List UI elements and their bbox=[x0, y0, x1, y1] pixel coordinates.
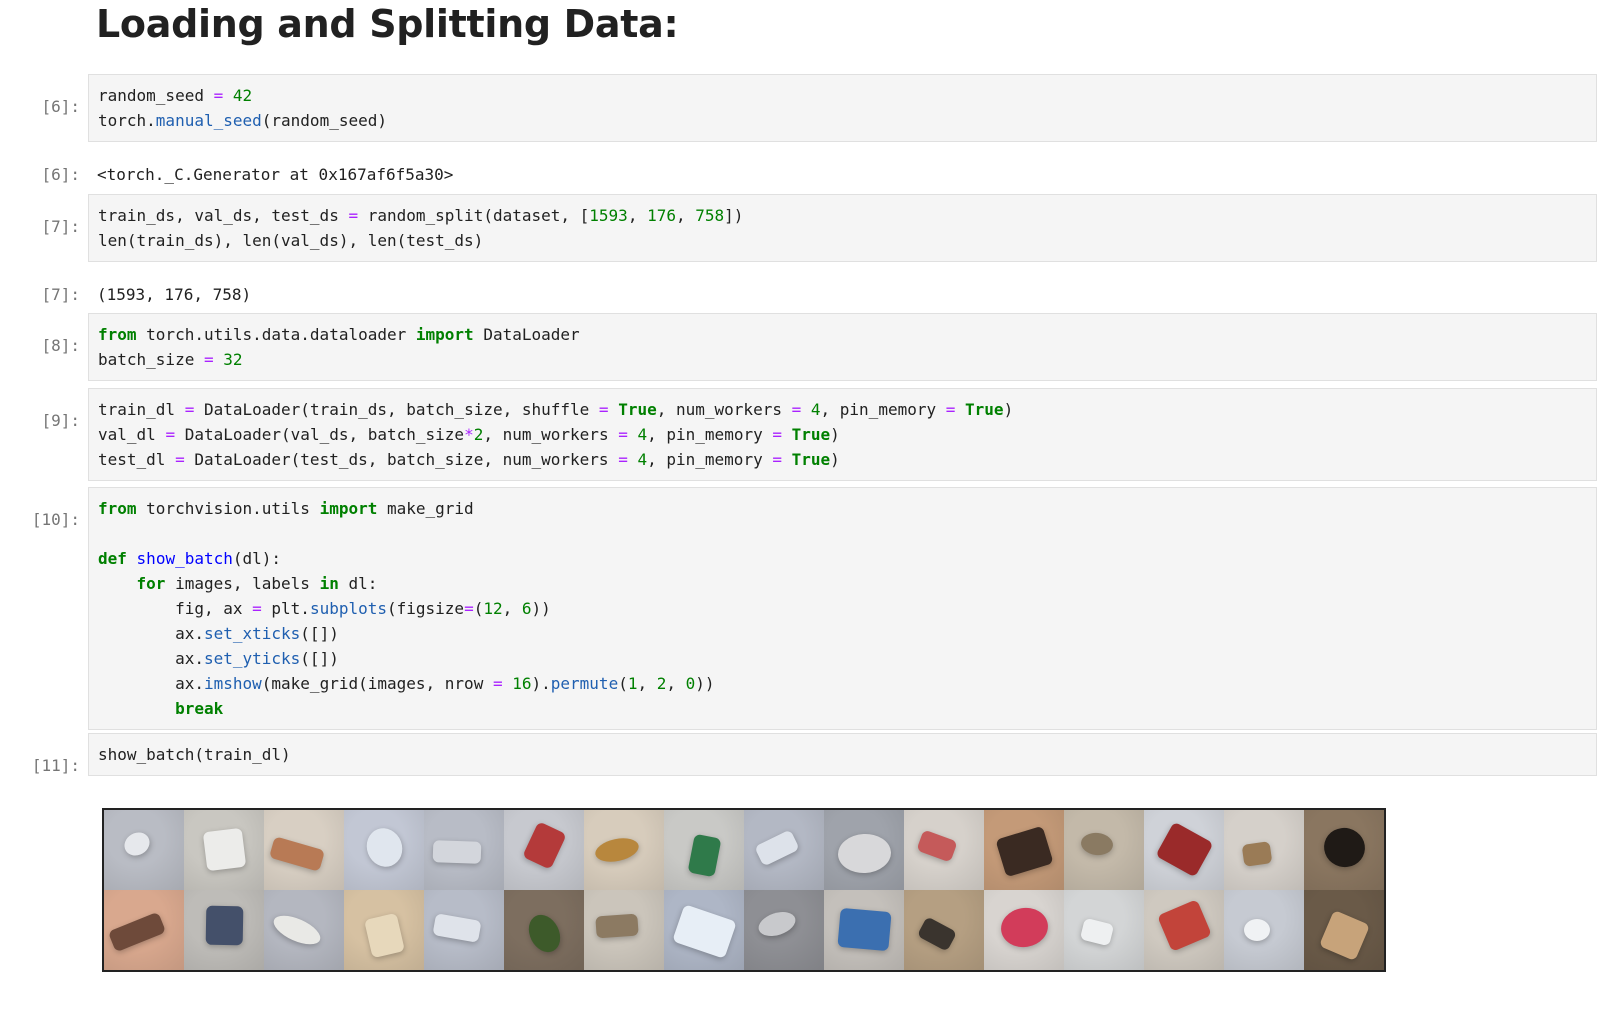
image-object bbox=[360, 822, 408, 872]
code-cell-10[interactable]: from torchvision.utils import make_grid … bbox=[88, 487, 1597, 730]
code-editor[interactable]: from torchvision.utils import make_grid … bbox=[89, 488, 1596, 729]
image-tile bbox=[584, 890, 664, 970]
image-tile bbox=[424, 810, 504, 890]
image-object bbox=[363, 912, 405, 958]
code-cell-11[interactable]: show_batch(train_dl) bbox=[88, 733, 1597, 776]
input-prompt: [7]: bbox=[41, 217, 80, 236]
image-object bbox=[1241, 841, 1273, 867]
code-cell-6[interactable]: random_seed = 42 torch.manual_seed(rando… bbox=[88, 74, 1597, 142]
image-object bbox=[687, 833, 721, 877]
image-object bbox=[994, 825, 1054, 877]
image-tile bbox=[664, 810, 744, 890]
image-tile bbox=[504, 810, 584, 890]
image-tile bbox=[904, 890, 984, 970]
image-tile bbox=[824, 810, 904, 890]
image-tile bbox=[1064, 890, 1144, 970]
code-cell-8[interactable]: from torch.utils.data.dataloader import … bbox=[88, 313, 1597, 381]
image-tile bbox=[744, 890, 824, 970]
image-tile bbox=[344, 890, 424, 970]
output-prompt: [7]: bbox=[41, 285, 80, 304]
image-object bbox=[916, 916, 958, 952]
image-object bbox=[836, 832, 892, 874]
image-tile bbox=[1304, 890, 1384, 970]
image-tile bbox=[904, 810, 984, 890]
input-prompt: [11]: bbox=[31, 756, 80, 775]
image-tile bbox=[264, 890, 344, 970]
image-object bbox=[754, 829, 800, 867]
image-tile bbox=[344, 810, 424, 890]
output-image-grid bbox=[102, 808, 1386, 972]
image-tile bbox=[1144, 890, 1224, 970]
image-tile bbox=[824, 890, 904, 970]
image-object bbox=[1156, 898, 1212, 952]
image-object bbox=[755, 907, 799, 941]
image-object bbox=[1244, 919, 1270, 941]
code-cell-9[interactable]: train_dl = DataLoader(train_ds, batch_si… bbox=[88, 388, 1597, 481]
image-tile bbox=[184, 810, 264, 890]
code-editor[interactable]: random_seed = 42 torch.manual_seed(rando… bbox=[89, 75, 1596, 141]
image-object bbox=[595, 913, 639, 939]
code-cell-7[interactable]: train_ds, val_ds, test_ds = random_split… bbox=[88, 194, 1597, 262]
image-object bbox=[836, 907, 892, 951]
image-object bbox=[593, 834, 641, 866]
image-tile bbox=[424, 890, 504, 970]
image-object bbox=[269, 909, 325, 951]
image-object bbox=[1079, 917, 1115, 947]
image-object bbox=[1154, 821, 1214, 877]
input-prompt: [8]: bbox=[41, 336, 80, 355]
image-object bbox=[120, 827, 154, 861]
input-prompt: [6]: bbox=[41, 97, 80, 116]
image-tile bbox=[744, 810, 824, 890]
image-object bbox=[522, 909, 566, 957]
cell-output: (1593, 176, 758) bbox=[97, 285, 252, 304]
image-tile bbox=[504, 890, 584, 970]
input-prompt: [9]: bbox=[41, 411, 80, 430]
image-object bbox=[432, 840, 482, 864]
image-object bbox=[521, 820, 567, 870]
code-editor[interactable]: from torch.utils.data.dataloader import … bbox=[89, 314, 1596, 380]
image-object bbox=[205, 905, 243, 945]
image-tile bbox=[1224, 890, 1304, 970]
image-object bbox=[432, 913, 482, 943]
image-object bbox=[916, 829, 958, 863]
image-tile bbox=[984, 810, 1064, 890]
code-editor[interactable]: train_ds, val_ds, test_ds = random_split… bbox=[89, 195, 1596, 261]
image-object bbox=[268, 836, 326, 872]
image-tile bbox=[584, 810, 664, 890]
cell-output: <torch._C.Generator at 0x167af6f5a30> bbox=[97, 165, 454, 184]
image-tile bbox=[104, 890, 184, 970]
image-tile bbox=[264, 810, 344, 890]
code-editor[interactable]: train_dl = DataLoader(train_ds, batch_si… bbox=[89, 389, 1596, 480]
image-tile bbox=[1304, 810, 1384, 890]
image-object bbox=[107, 911, 167, 953]
image-tile bbox=[104, 810, 184, 890]
section-heading: Loading and Splitting Data: bbox=[96, 2, 679, 46]
image-object bbox=[1318, 909, 1370, 961]
input-prompt: [10]: bbox=[31, 510, 80, 529]
image-tile bbox=[984, 890, 1064, 970]
image-tile bbox=[184, 890, 264, 970]
image-object bbox=[997, 904, 1051, 950]
image-object bbox=[671, 903, 737, 959]
image-object bbox=[1319, 822, 1369, 872]
image-object bbox=[202, 827, 246, 871]
image-tile bbox=[1224, 810, 1304, 890]
image-tile bbox=[1064, 810, 1144, 890]
code-editor[interactable]: show_batch(train_dl) bbox=[89, 734, 1596, 775]
image-tile bbox=[664, 890, 744, 970]
output-prompt: [6]: bbox=[41, 165, 80, 184]
image-object bbox=[1079, 831, 1115, 857]
image-tile bbox=[1144, 810, 1224, 890]
